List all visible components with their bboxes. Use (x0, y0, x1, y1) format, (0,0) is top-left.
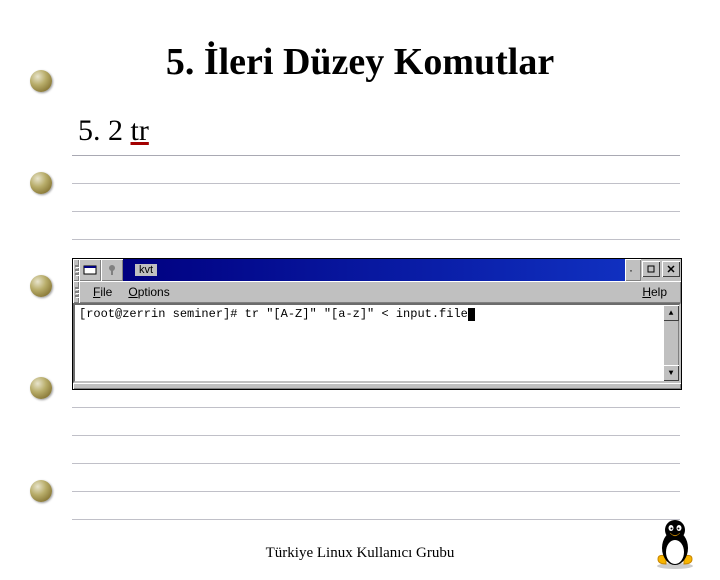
terminal-cursor-icon (468, 308, 475, 321)
subtitle-number: 5. 2 (78, 114, 131, 147)
titlebar-dot-icon[interactable]: · (625, 259, 641, 281)
spiral-column (30, 70, 58, 550)
subtitle-command: tr (131, 114, 149, 147)
terminal-output: [root@zerrin seminer]# tr "[A-Z]" "[a-z]… (75, 305, 663, 381)
terminal-window: kvt · File Options Help [root@zerri (72, 258, 682, 390)
spiral-bullet-icon (30, 70, 52, 92)
window-system-menu-icon[interactable] (79, 259, 101, 281)
scroll-track[interactable] (663, 321, 679, 365)
menu-file[interactable]: File (85, 283, 120, 301)
window-statusbar (73, 383, 681, 389)
scroll-up-button[interactable]: ▲ (663, 305, 679, 321)
spiral-bullet-icon (30, 480, 52, 502)
pin-icon[interactable] (101, 259, 123, 281)
slide-footer: Türkiye Linux Kullanıcı Grubu (0, 545, 720, 562)
window-title: kvt (135, 264, 157, 276)
menubar: File Options Help (79, 281, 681, 303)
spiral-bullet-icon (30, 172, 52, 194)
window-titlebar[interactable]: kvt (123, 259, 625, 281)
scroll-down-button[interactable]: ▼ (663, 365, 679, 381)
slide-title: 5. İleri Düzey Komutlar (30, 40, 690, 84)
terminal-line: [root@zerrin seminer]# tr "[A-Z]" "[a-z]… (79, 307, 468, 321)
spiral-bullet-icon (30, 275, 52, 297)
tux-icon (652, 516, 698, 570)
menu-options[interactable]: Options (120, 283, 177, 301)
terminal-area[interactable]: [root@zerrin seminer]# tr "[A-Z]" "[a-z]… (73, 303, 681, 383)
close-button[interactable] (662, 261, 680, 277)
spiral-bullet-icon (30, 377, 52, 399)
slide-subtitle: 5. 2 tr (78, 114, 690, 148)
menu-help[interactable]: Help (634, 283, 675, 301)
slide: 5. İleri Düzey Komutlar 5. 2 tr kvt · (0, 40, 720, 580)
minimize-button[interactable] (642, 261, 660, 277)
vertical-scrollbar[interactable]: ▲ ▼ (663, 305, 679, 381)
